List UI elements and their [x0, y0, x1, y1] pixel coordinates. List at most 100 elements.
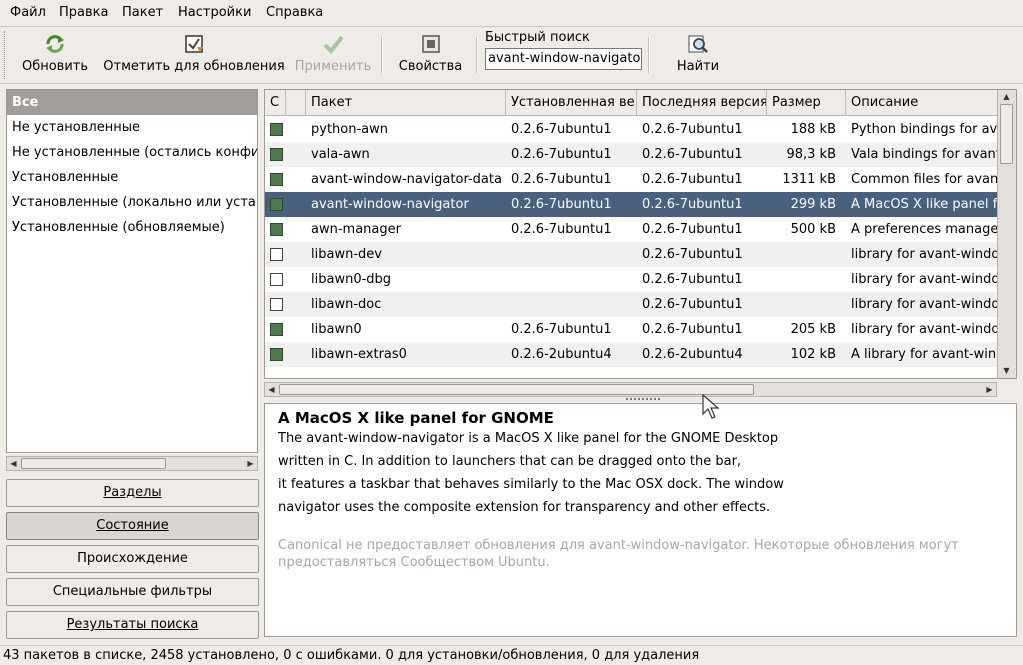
menu-file[interactable]: Файл: [10, 5, 46, 20]
status-checkbox[interactable]: [270, 123, 283, 136]
properties-button[interactable]: Свойства: [393, 27, 468, 83]
table-row[interactable]: libawn0-dbg 0.2.6-7ubuntu1 library for ava…: [265, 267, 997, 292]
package-vertical-scrollbar[interactable]: ▲ ▼: [997, 90, 1016, 378]
latest-version: 0.2.6-7ubuntu1: [642, 122, 743, 137]
table-row[interactable]: vala-awn 0.2.6-7ubuntu1 0.2.6-7ubuntu1 98,3…: [265, 142, 997, 167]
package-horizontal-scrollbar[interactable]: ◀ ▶: [264, 382, 997, 397]
menu-package[interactable]: Пакет: [122, 5, 163, 20]
installed-version: [511, 292, 637, 317]
column-header-size[interactable]: Размер: [767, 90, 846, 116]
status-checkbox[interactable]: [270, 273, 283, 286]
package-name: libawn-dev: [311, 247, 382, 262]
table-header: С Пакет Установленная ве Последняя верси…: [265, 90, 997, 116]
column-header-status[interactable]: С: [265, 90, 286, 116]
toolbar-grip[interactable]: [4, 31, 7, 79]
description-panel: A MacOS X like panel for GNOME The avant…: [264, 403, 1017, 637]
scroll-right-arrow-icon[interactable]: ▶: [244, 457, 257, 470]
category-horizontal-scrollbar[interactable]: ◀ ▶: [6, 456, 258, 471]
search-results-filter-button[interactable]: Результаты поиска: [6, 611, 259, 639]
status-checkbox[interactable]: [270, 248, 283, 261]
category-item-all[interactable]: Все: [7, 90, 257, 115]
category-item-installed-local[interactable]: Установленные (локально или устар: [7, 190, 257, 215]
package-name: avant-window-navigator-data: [311, 172, 502, 187]
status-bar: 43 пакетов в списке, 2458 установлено, 0…: [0, 645, 1023, 665]
table-row[interactable]: libawn0 0.2.6-7ubuntu1 0.2.6-7ubuntu1 205 k…: [265, 317, 997, 342]
installed-version: 0.2.6-7ubuntu1: [511, 222, 612, 237]
package-name: vala-awn: [311, 147, 370, 162]
find-label: Найти: [676, 59, 720, 74]
scroll-up-arrow-icon[interactable]: ▲: [1000, 90, 1013, 103]
scrollbar-thumb[interactable]: [279, 384, 754, 395]
menu-settings[interactable]: Настройки: [178, 5, 251, 20]
package-size: 102 kB: [790, 347, 836, 362]
sections-filter-button[interactable]: Разделы: [6, 479, 259, 507]
table-row[interactable]: avant-window-navigator 0.2.6-7ubuntu1 0.2.…: [265, 192, 997, 217]
status-checkbox[interactable]: [270, 323, 283, 336]
column-header-package[interactable]: Пакет: [306, 90, 506, 116]
scroll-left-arrow-icon[interactable]: ◀: [7, 457, 20, 470]
column-header-support[interactable]: [286, 90, 306, 116]
installed-version: 0.2.6-7ubuntu1: [511, 197, 612, 212]
table-row[interactable]: awn-manager 0.2.6-7ubuntu1 0.2.6-7ubuntu1 5…: [265, 217, 997, 242]
installed-version: 0.2.6-7ubuntu1: [511, 322, 612, 337]
apply-button[interactable]: Применить: [293, 27, 373, 83]
column-header-description[interactable]: Описание: [846, 90, 997, 116]
status-checkbox[interactable]: [270, 173, 283, 186]
pane-splitter-handle[interactable]: [626, 398, 660, 402]
table-row[interactable]: avant-window-navigator-data 0.2.6-7ubuntu…: [265, 167, 997, 192]
status-checkbox[interactable]: [270, 298, 283, 311]
table-row[interactable]: libawn-extras0 0.2.6-2ubuntu4 0.2.6-2ubunt…: [265, 342, 997, 367]
category-item-not-installed[interactable]: Не установленные: [7, 115, 257, 140]
scrollbar-thumb[interactable]: [1000, 104, 1013, 164]
description-line: navigator uses the composite extension f…: [278, 500, 771, 515]
mark-upgrades-button[interactable]: Отметить для обновления: [100, 27, 288, 83]
table-row[interactable]: libawn-doc 0.2.6-7ubuntu1 library for avan…: [265, 292, 997, 317]
installed-version: 0.2.6-7ubuntu1: [511, 147, 612, 162]
status-checkbox[interactable]: [270, 148, 283, 161]
description-line: The avant-window-navigator is a MacOS X …: [278, 431, 779, 446]
mouse-cursor-icon: [702, 394, 720, 419]
package-name: avant-window-navigator: [311, 197, 469, 212]
status-checkbox[interactable]: [270, 348, 283, 361]
table-row[interactable]: libawn-dev 0.2.6-7ubuntu1 library for avan…: [265, 242, 997, 267]
origin-filter-button[interactable]: Происхождение: [6, 545, 259, 573]
installed-version: 0.2.6-2ubuntu4: [511, 347, 612, 362]
scroll-left-arrow-icon[interactable]: ◀: [265, 383, 278, 396]
package-description: library for avant-window-navigator: [851, 322, 997, 337]
table-row[interactable]: python-awn 0.2.6-7ubuntu1 0.2.6-7ubuntu1 18…: [265, 117, 997, 142]
package-description: A preferences manager for avant-window-n…: [851, 222, 997, 237]
status-checkbox[interactable]: [270, 223, 283, 236]
category-item-not-installed-config[interactable]: Не установленные (остались конфи: [7, 140, 257, 165]
package-table: С Пакет Установленная ве Последняя верси…: [264, 89, 1017, 379]
reload-button[interactable]: Обновить: [15, 27, 95, 83]
column-header-latest-version[interactable]: Последняя версия: [637, 90, 767, 116]
find-button[interactable]: Найти: [668, 27, 728, 83]
package-name: libawn0-dbg: [311, 272, 392, 287]
category-item-installed[interactable]: Установленные: [7, 165, 257, 190]
package-size: 1311 kB: [782, 172, 836, 187]
latest-version: 0.2.6-7ubuntu1: [642, 247, 743, 262]
package-size: 98,3 kB: [786, 147, 836, 162]
scrollbar-thumb[interactable]: [21, 458, 166, 469]
package-size: [767, 292, 836, 317]
package-size: 188 kB: [790, 122, 836, 137]
status-checkbox[interactable]: [270, 198, 283, 211]
properties-label: Свойства: [398, 59, 463, 74]
column-header-installed-version[interactable]: Установленная ве: [506, 90, 637, 116]
menu-help[interactable]: Справка: [266, 5, 323, 20]
package-description: Python bindings for avant-window-navigat…: [851, 122, 997, 137]
properties-icon: [421, 35, 440, 53]
scroll-right-arrow-icon[interactable]: ▶: [983, 383, 996, 396]
latest-version: 0.2.6-7ubuntu1: [642, 272, 743, 287]
status-filter-button[interactable]: Состояние: [6, 512, 259, 540]
custom-filter-button[interactable]: Специальные фильтры: [6, 578, 259, 606]
category-item-installed-upgradable[interactable]: Установленные (обновляемые): [7, 215, 257, 240]
reload-label: Обновить: [21, 59, 89, 74]
custom-filter-label: Специальные фильтры: [52, 584, 213, 599]
scroll-down-arrow-icon[interactable]: ▼: [1000, 364, 1013, 377]
package-name: python-awn: [311, 122, 389, 137]
menu-edit[interactable]: Правка: [59, 5, 108, 20]
sections-filter-label: Разделы: [103, 485, 162, 500]
origin-filter-label: Происхождение: [77, 551, 188, 566]
quick-search-input[interactable]: avant-window-navigator: [485, 48, 642, 70]
